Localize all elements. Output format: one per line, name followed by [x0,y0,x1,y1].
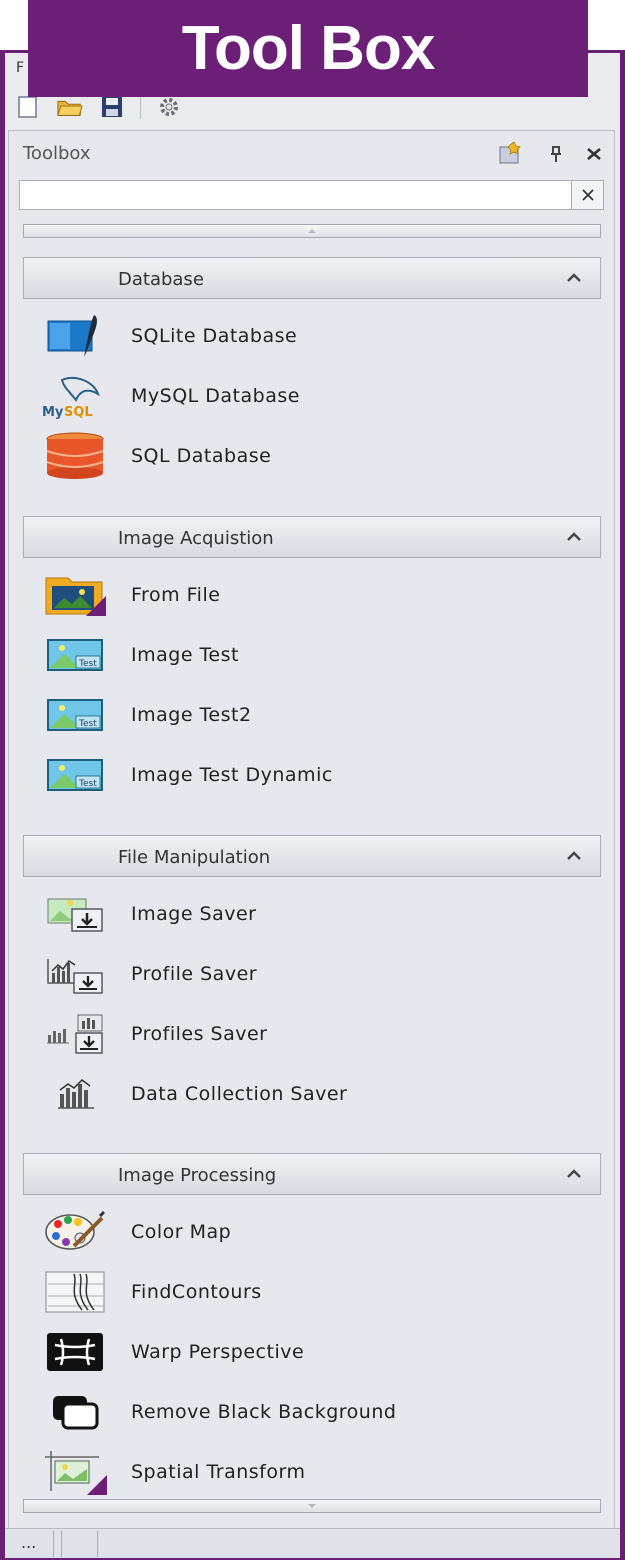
spatial-transform-icon [45,1451,107,1495]
tool-item-label: Profile Saver [131,963,258,985]
chevron-up-icon [567,1169,581,1178]
test-image-icon: Test [47,639,103,671]
tool-item-findcontours[interactable]: FindContours [39,1265,599,1319]
tool-item-color-map[interactable]: Color Map [39,1205,599,1259]
svg-text:Test: Test [78,659,97,669]
toolbox-header: Toolbox [9,131,614,177]
tool-item-label: Spatial Transform [131,1461,306,1483]
image-saver-icon [47,898,103,932]
search-input[interactable] [20,181,570,209]
group-title: Database [118,269,204,290]
close-icon [587,148,601,160]
tool-item-image-test2[interactable]: Test Image Test2 [39,688,599,742]
tool-item-image-test[interactable]: Test Image Test [39,628,599,682]
tool-item-from-file[interactable]: From File [39,568,599,622]
tool-item-label: Profiles Saver [131,1023,268,1045]
wand-icon [499,141,521,164]
tool-item-sql-database[interactable]: SQL Database [39,429,599,483]
banner-title: Tool Box [28,0,588,97]
remove-bg-icon [53,1396,99,1430]
tool-item-label: Data Collection Saver [131,1083,348,1105]
toolbox-panel: Toolbox Database SQLite Database My SQL … [8,130,615,1530]
group-header-image-processing[interactable]: Image Processing [23,1153,601,1195]
save-button[interactable] [98,93,126,121]
group-header-image-acquistion[interactable]: Image Acquistion [23,516,601,558]
status-text: ... [21,1533,37,1552]
search-clear-button[interactable] [571,181,603,209]
svg-text:Test: Test [78,779,97,789]
profile-saver-icon [47,959,103,994]
chevron-down-icon [308,1504,316,1508]
palette-icon [45,1210,106,1250]
tool-item-label: FindContours [131,1281,262,1303]
group-header-database[interactable]: Database [23,257,601,299]
open-folder-icon [57,100,83,116]
group-title: File Manipulation [118,847,271,868]
open-folder-button[interactable] [56,93,84,121]
tool-item-label: Remove Black Background [131,1401,397,1423]
scroll-down-button[interactable] [23,1499,601,1513]
svg-text:My: My [42,405,64,420]
tool-item-image-test-dynamic[interactable]: Test Image Test Dynamic [39,748,599,802]
pin-icon [551,146,561,162]
test-image-icon: Test [47,759,103,791]
status-separator [61,1531,62,1557]
test-image-icon: Test [47,699,103,731]
tool-item-sqlite-database[interactable]: SQLite Database [39,309,599,363]
svg-text:SQL: SQL [64,405,93,420]
sql-database-icon [46,432,104,479]
tool-item-mysql-database[interactable]: My SQL MySQL Database [39,369,599,423]
gear-icon [160,98,178,116]
status-separator [53,1531,54,1557]
chevron-up-icon [567,273,581,282]
tool-item-spatial-transform[interactable]: Spatial Transform [39,1445,599,1499]
menu-file[interactable]: F [16,60,24,76]
tool-item-label: Warp Perspective [131,1341,305,1363]
scroll-up-button[interactable] [23,224,601,238]
new-file-button[interactable] [14,93,42,121]
tool-item-profile-saver[interactable]: Profile Saver [39,947,599,1001]
tool-item-label: From File [131,584,221,606]
tool-item-warp-perspective[interactable]: Warp Perspective [39,1325,599,1379]
warp-icon [47,1333,103,1371]
tool-item-label: Image Test2 [131,704,252,726]
tool-item-data-collection-saver[interactable]: Data Collection Saver [39,1067,599,1121]
profiles-saver-icon [47,1014,103,1054]
toolbar-separator [140,95,141,119]
tool-item-label: Image Test Dynamic [131,764,333,786]
chevron-up-icon [567,532,581,541]
data-collection-icon [58,1079,94,1109]
contours-icon [45,1271,105,1313]
status-bar: ... [5,1528,620,1558]
status-separator [97,1531,98,1557]
sqlite-icon [47,315,97,357]
tool-item-label: Image Test [131,644,239,666]
group-title: Image Processing [118,1165,277,1186]
tool-item-label: Color Map [131,1221,232,1243]
tool-item-label: SQLite Database [131,325,298,347]
close-icon [581,189,594,201]
tool-item-label: Image Saver [131,903,257,925]
tool-item-image-saver[interactable]: Image Saver [39,887,599,941]
save-icon [102,97,122,117]
folder-image-icon [45,577,106,616]
settings-button[interactable] [155,93,183,121]
group-header-file-manipulation[interactable]: File Manipulation [23,835,601,877]
chevron-up-icon [308,229,316,233]
new-file-icon [18,96,37,118]
mysql-icon: My SQL [42,376,100,420]
tool-item-remove-black-background[interactable]: Remove Black Background [39,1385,599,1439]
group-title: Image Acquistion [118,528,274,549]
toolbox-search [19,180,604,210]
close-panel-button[interactable] [586,146,602,166]
tool-item-label: MySQL Database [131,385,300,407]
svg-text:Test: Test [78,719,97,729]
pin-button[interactable] [548,145,564,167]
tool-item-profiles-saver[interactable]: Profiles Saver [39,1007,599,1061]
chevron-up-icon [567,851,581,860]
tool-item-label: SQL Database [131,445,272,467]
toolbox-title: Toolbox [23,143,91,164]
toolbox-customize-button[interactable] [496,141,526,171]
